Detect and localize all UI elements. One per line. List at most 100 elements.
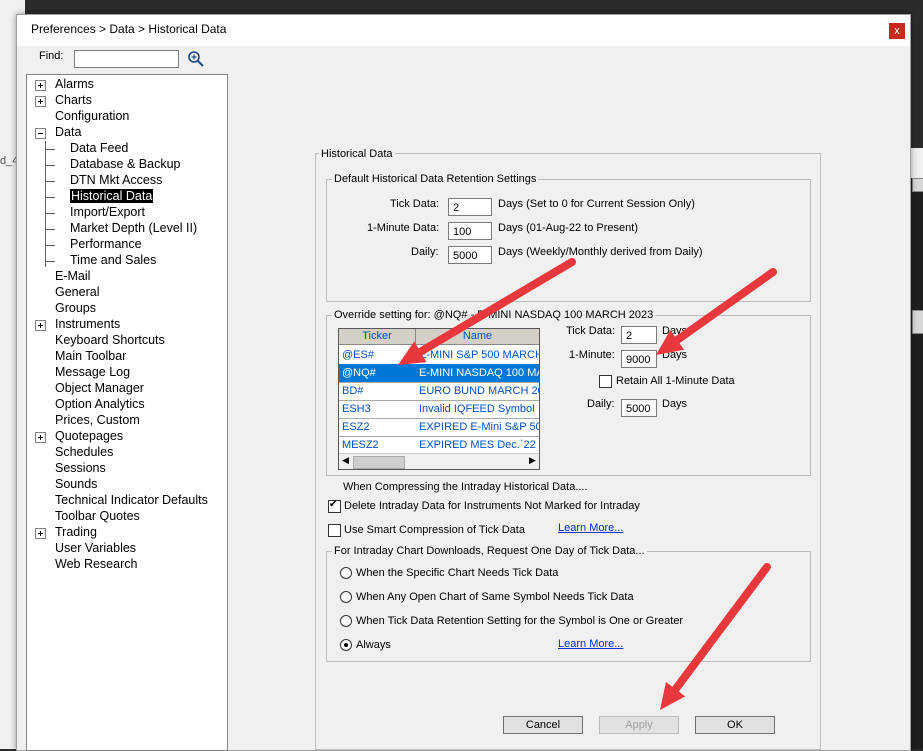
tree-item[interactable]: Keyboard Shortcuts [55, 333, 165, 347]
tree-item[interactable]: User Variables [55, 541, 136, 555]
tree-connector [45, 181, 55, 182]
background-app-control [912, 178, 923, 192]
instrument-grid[interactable]: Ticker Name @ES# E-MINI S&P 500 MARCH @NQ#… [338, 328, 540, 470]
tree-item[interactable]: Toolbar Quotes [55, 509, 140, 523]
tree-item[interactable]: Main Toolbar [55, 349, 126, 363]
download-option-label: When the Specific Chart Needs Tick Data [356, 567, 559, 579]
tree-item[interactable]: E-Mail [55, 269, 90, 283]
tree-expander-icon[interactable] [35, 128, 46, 139]
tree-item[interactable]: Instruments [55, 317, 120, 331]
preferences-tree[interactable]: Alarms Charts Configuration Data Data Feed Da… [26, 74, 228, 751]
override-minute-unit: Days [662, 349, 688, 361]
minute-data-input[interactable]: 100 [448, 222, 492, 240]
dialog-title: Preferences > Data > Historical Data [31, 22, 227, 36]
find-label: Find: [39, 50, 64, 62]
title-bar: Preferences > Data > Historical Data x [17, 15, 910, 46]
retain-all-checkbox[interactable] [599, 375, 612, 388]
find-input[interactable] [74, 50, 179, 68]
download-option-radio[interactable] [340, 567, 352, 579]
tree-item[interactable]: Sessions [55, 461, 106, 475]
default-retention-label: Default Historical Data Retention Settin… [332, 173, 539, 185]
tree-item[interactable]: Historical Data [70, 189, 154, 203]
tree-connector [45, 261, 55, 262]
learn-more-link-compression[interactable]: Learn More... [558, 522, 623, 534]
tick-download-label: For Intraday Chart Downloads, Request On… [332, 545, 647, 557]
grid-horizontal-scrollbar[interactable]: ◀ ▶ [339, 453, 539, 469]
tree-item[interactable]: Time and Sales [70, 253, 156, 267]
tree-item[interactable]: Groups [55, 301, 96, 315]
grid-cell-name[interactable]: EURO BUND MARCH 202 [417, 382, 539, 401]
tree-item[interactable]: Import/Export [70, 205, 145, 219]
cancel-button[interactable]: Cancel [503, 716, 583, 734]
grid-cell-ticker[interactable]: ESZ2 [339, 418, 418, 437]
tree-item[interactable]: Data [55, 125, 81, 139]
grid-cell-name[interactable]: Invalid IQFEED Symbol [417, 400, 539, 419]
tree-item[interactable]: Quotepages [55, 429, 123, 443]
apply-button[interactable]: Apply [599, 716, 679, 734]
override-tick-input[interactable]: 2 [621, 326, 657, 344]
tree-item[interactable]: Technical Indicator Defaults [55, 493, 208, 507]
tree-expander-icon[interactable] [35, 80, 46, 91]
tick-data-input[interactable]: 2 [448, 198, 492, 216]
scroll-left-icon[interactable]: ◀ [342, 455, 349, 466]
download-option-radio[interactable] [340, 591, 352, 603]
tree-connector [45, 197, 55, 198]
ok-button[interactable]: OK [695, 716, 775, 734]
tree-item[interactable]: Web Research [55, 557, 137, 571]
smart-compression-checkbox[interactable] [328, 524, 341, 537]
grid-header-ticker[interactable]: Ticker [339, 329, 416, 345]
minute-data-note: Days (01-Aug-22 to Present) [498, 222, 639, 234]
grid-cell-ticker[interactable]: BD# [339, 382, 418, 401]
download-option-radio[interactable] [340, 615, 352, 627]
tree-item[interactable]: Message Log [55, 365, 130, 379]
tree-item[interactable]: Prices, Custom [55, 413, 140, 427]
close-button[interactable]: x [889, 23, 905, 39]
tree-connector [45, 229, 55, 230]
tree-item[interactable]: Option Analytics [55, 397, 145, 411]
delete-intraday-label: Delete Intraday Data for Instruments Not… [344, 500, 640, 512]
download-option-radio[interactable] [340, 639, 352, 651]
tree-item[interactable]: Market Depth (Level II) [70, 221, 197, 235]
grid-header-name[interactable]: Name [416, 329, 539, 345]
daily-input[interactable]: 5000 [448, 246, 492, 264]
grid-cell-name[interactable]: E-MINI NASDAQ 100 MAR [417, 364, 539, 383]
tree-item[interactable]: Sounds [55, 477, 97, 491]
tree-item[interactable]: Trading [55, 525, 97, 539]
override-daily-label: Daily: [587, 398, 615, 410]
minute-data-label: 1-Minute Data: [367, 222, 440, 234]
tree-item[interactable]: Object Manager [55, 381, 144, 395]
tree-connector-vertical [45, 141, 46, 267]
scroll-thumb[interactable] [353, 456, 405, 469]
historical-data-group-label: Historical Data [319, 148, 395, 160]
grid-cell-name[interactable]: EXPIRED E-Mini S&P 500 [417, 418, 539, 437]
tree-connector [45, 213, 55, 214]
override-daily-input[interactable]: 5000 [621, 399, 657, 417]
learn-more-link-downloads[interactable]: Learn More... [558, 638, 623, 650]
scroll-right-icon[interactable]: ▶ [529, 455, 536, 466]
grid-cell-name[interactable]: E-MINI S&P 500 MARCH [417, 346, 539, 365]
preferences-dialog: Preferences > Data > Historical Data x F… [16, 14, 911, 751]
tree-expander-icon[interactable] [35, 96, 46, 107]
zoom-search-icon[interactable] [187, 50, 205, 68]
tree-item[interactable]: Charts [55, 93, 92, 107]
tree-expander-icon[interactable] [35, 528, 46, 539]
tree-expander-icon[interactable] [35, 320, 46, 331]
override-minute-label: 1-Minute: [569, 349, 615, 361]
delete-intraday-checkbox[interactable] [328, 499, 341, 513]
override-tick-label: Tick Data: [566, 325, 616, 337]
tree-item[interactable]: Schedules [55, 445, 113, 459]
tree-item[interactable]: Alarms [55, 77, 94, 91]
override-minute-input[interactable]: 9000 [621, 350, 657, 368]
tree-item[interactable]: Data Feed [70, 141, 128, 155]
grid-cell-ticker[interactable]: @ES# [339, 346, 418, 365]
tree-item[interactable]: Database & Backup [70, 157, 181, 171]
tree-item[interactable]: DTN Mkt Access [70, 173, 162, 187]
grid-cell-ticker[interactable]: @NQ# [339, 364, 418, 383]
grid-cell-ticker[interactable]: ESH3 [339, 400, 418, 419]
tree-item[interactable]: General [55, 285, 99, 299]
tree-item[interactable]: Configuration [55, 109, 129, 123]
smart-compression-label: Use Smart Compression of Tick Data [344, 524, 525, 536]
tree-item[interactable]: Performance [70, 237, 142, 251]
compress-heading: When Compressing the Intraday Historical… [343, 481, 588, 493]
tree-expander-icon[interactable] [35, 432, 46, 443]
